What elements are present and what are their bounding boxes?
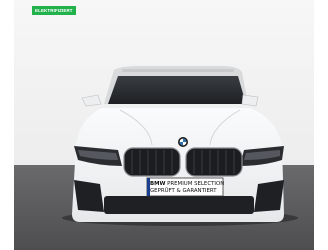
car-front-illustration [0, 0, 328, 250]
license-plate-text: BMW PREMIUM SELECTION GEPRÜFT & GARANTIE… [150, 181, 225, 195]
vehicle-photo[interactable]: ELEKTRIFIZIERT BMW PREMIUM SELECTION GEP… [0, 0, 328, 250]
plate-brand: BMW [150, 181, 166, 187]
plate-line-2: GEPRÜFT & GARANTIERT [150, 188, 217, 194]
plate-program-name: PREMIUM SELECTION [167, 181, 225, 187]
electrified-badge: ELEKTRIFIZIERT [32, 6, 76, 15]
plate-line-1: BMW PREMIUM SELECTION [150, 181, 225, 188]
